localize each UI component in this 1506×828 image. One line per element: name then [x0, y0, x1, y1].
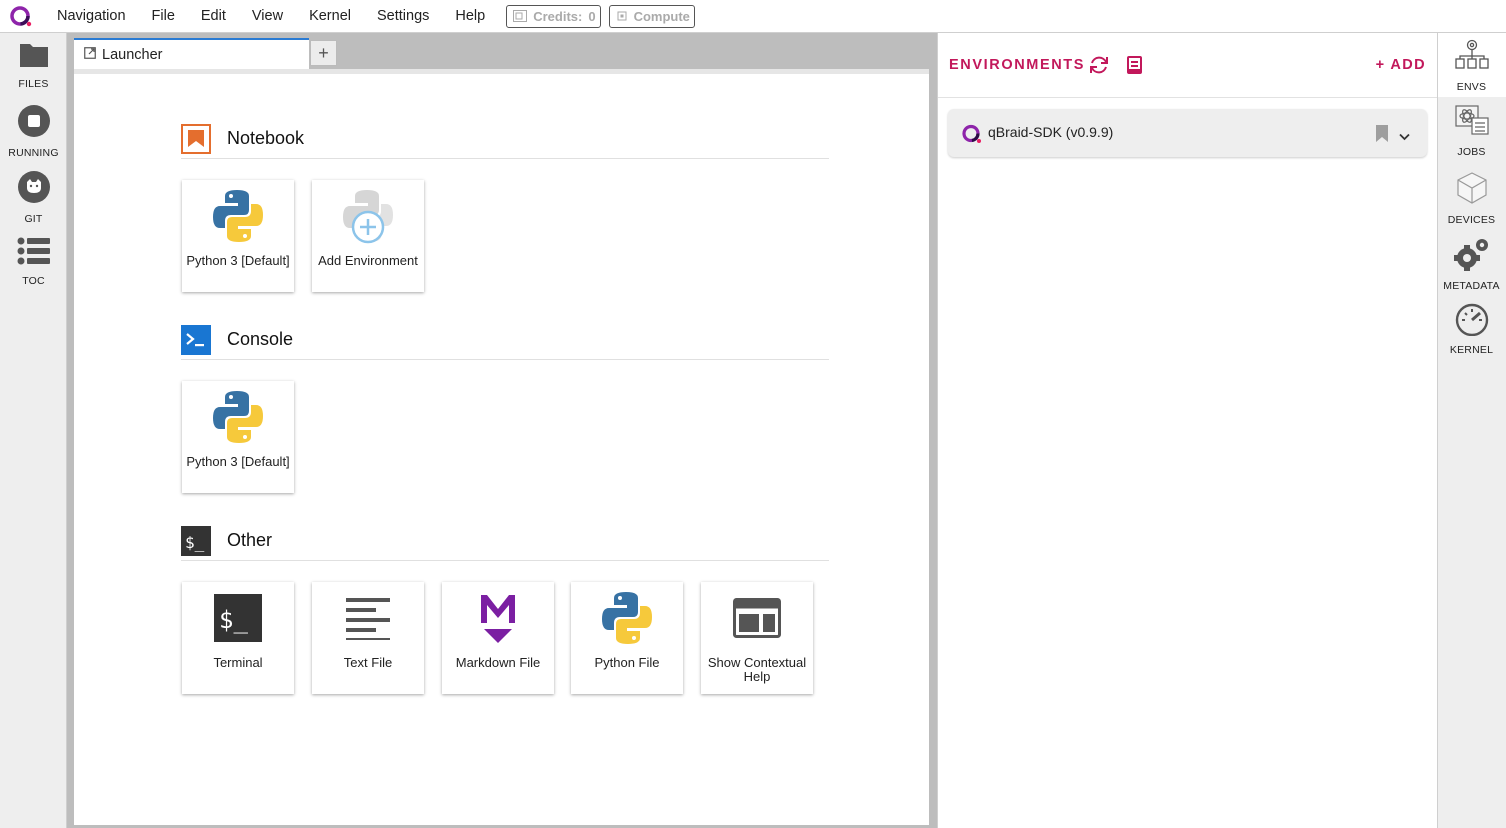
- launcher-panel: Notebook Python 3 [Default] Add Environm…: [74, 69, 929, 825]
- envs-icon: [1454, 37, 1490, 78]
- sidebar-item-label: KERNEL: [1449, 344, 1494, 356]
- python-logo-icon: [599, 590, 655, 646]
- sidebar-item-label: TOC: [22, 275, 45, 287]
- sidebar-item-kernel[interactable]: KERNEL: [1437, 302, 1506, 366]
- credits-button[interactable]: Credits: 0: [506, 4, 601, 28]
- sidebar-item-label: ENVS: [1456, 81, 1487, 93]
- sidebar-item-toc[interactable]: TOC: [0, 236, 67, 300]
- section-title: Other: [227, 530, 273, 550]
- sidebar-item-envs[interactable]: ENVS: [1437, 37, 1506, 101]
- card-label: Python File: [594, 655, 660, 670]
- menu-settings[interactable]: Settings: [364, 0, 442, 33]
- section-console: Console: [181, 320, 829, 360]
- text-file-icon: [340, 590, 396, 646]
- menu-navigation[interactable]: Navigation: [44, 0, 139, 33]
- card-markdown-file[interactable]: Markdown File: [442, 582, 554, 694]
- sidebar-item-label: METADATA: [1443, 280, 1500, 292]
- sidebar-item-git[interactable]: GIT: [0, 170, 67, 234]
- qbraid-logo-icon: [962, 124, 982, 149]
- section-other: $_ Other: [181, 521, 829, 561]
- gauge-icon: [1454, 302, 1490, 341]
- card-notebook-python3[interactable]: Python 3 [Default]: [182, 180, 294, 292]
- sidebar-item-label: JOBS: [1457, 146, 1486, 158]
- card-python-file[interactable]: Python File: [571, 582, 683, 694]
- card-label: Markdown File: [455, 655, 541, 670]
- folder-icon: [19, 41, 49, 74]
- sidebar-item-files[interactable]: FILES: [0, 41, 67, 105]
- svg-text:$_: $_: [219, 606, 248, 634]
- section-notebook: Notebook: [181, 119, 829, 159]
- sidebar-item-devices[interactable]: DEVICES: [1437, 170, 1506, 234]
- menu-file[interactable]: File: [139, 0, 188, 33]
- tab-launcher[interactable]: Launcher: [74, 38, 309, 69]
- gears-icon: [1453, 236, 1491, 277]
- bookmark-icon[interactable]: [1376, 125, 1388, 147]
- tab-title: Launcher: [102, 46, 163, 63]
- card-label: Python 3 [Default]: [186, 454, 290, 469]
- console-icon: [181, 324, 211, 355]
- launcher-icon: [84, 46, 96, 64]
- contextual-help-icon: [729, 590, 785, 646]
- terminal-icon: $_: [181, 525, 211, 556]
- environments-title: ENVIRONMENTS: [949, 57, 1086, 73]
- sidebar-item-label: GIT: [24, 213, 43, 225]
- python-logo-icon: [210, 389, 266, 445]
- environment-name: qBraid-SDK (v0.9.9): [988, 124, 1114, 140]
- jobs-icon: [1454, 104, 1490, 143]
- credits-value: 0: [588, 8, 596, 24]
- card-add-environment[interactable]: Add Environment: [312, 180, 424, 292]
- environment-item[interactable]: qBraid-SDK (v0.9.9): [948, 109, 1427, 157]
- card-console-python3[interactable]: Python 3 [Default]: [182, 381, 294, 493]
- qbraid-logo-icon[interactable]: [10, 5, 32, 27]
- sidebar-item-running[interactable]: RUNNING: [0, 104, 67, 168]
- menu-help[interactable]: Help: [442, 0, 498, 33]
- stop-circle-icon: [17, 104, 51, 143]
- card-label: Python 3 [Default]: [186, 253, 290, 268]
- credits-icon: [513, 10, 528, 22]
- menu-kernel[interactable]: Kernel: [296, 0, 364, 33]
- sidebar-item-jobs[interactable]: JOBS: [1437, 104, 1506, 168]
- notebook-icon: [181, 123, 211, 154]
- sidebar-item-metadata[interactable]: METADATA: [1437, 236, 1506, 300]
- menu-view[interactable]: View: [239, 0, 296, 33]
- compute-button[interactable]: Compute: [608, 4, 695, 28]
- card-label: Text File: [343, 655, 393, 670]
- sidebar-item-label: DEVICES: [1447, 214, 1496, 226]
- menu-edit[interactable]: Edit: [188, 0, 239, 33]
- chevron-down-icon[interactable]: [1399, 128, 1410, 146]
- new-tab-button[interactable]: +: [310, 40, 337, 66]
- menu-bar: Navigation File Edit View Kernel Setting…: [0, 0, 1506, 33]
- left-sidebar: FILES RUNNING GIT TOC: [0, 33, 67, 828]
- add-environment-button[interactable]: + ADD: [1376, 57, 1426, 73]
- environments-header: ENVIRONMENTS + ADD: [938, 33, 1438, 98]
- terminal-icon: $_: [210, 590, 266, 646]
- card-text-file[interactable]: Text File: [312, 582, 424, 694]
- notebook-list-icon[interactable]: [1127, 56, 1142, 79]
- environments-panel: ENVIRONMENTS + ADD qBraid-SDK (v0.9.9): [937, 33, 1438, 828]
- section-title: Notebook: [227, 128, 305, 148]
- card-label: Add Environment: [318, 253, 418, 268]
- card-label: Terminal: [213, 655, 263, 670]
- github-icon: [17, 170, 51, 209]
- compute-icon: [616, 10, 628, 22]
- add-environment-icon: [340, 188, 396, 244]
- card-contextual-help[interactable]: Show Contextual Help: [701, 582, 813, 694]
- section-title: Console: [227, 329, 294, 349]
- svg-text:$_: $_: [185, 533, 205, 552]
- devices-icon: [1454, 170, 1490, 211]
- python-logo-icon: [210, 188, 266, 244]
- card-terminal[interactable]: $_ Terminal: [182, 582, 294, 694]
- list-icon: [17, 236, 51, 271]
- card-label: Show Contextual Help: [707, 655, 807, 684]
- credits-label: Credits:: [533, 8, 583, 24]
- compute-label: Compute: [633, 8, 690, 24]
- sidebar-item-label: FILES: [18, 78, 49, 90]
- sidebar-item-label: RUNNING: [8, 147, 59, 159]
- markdown-icon: [470, 590, 526, 646]
- refresh-icon[interactable]: [1088, 54, 1110, 81]
